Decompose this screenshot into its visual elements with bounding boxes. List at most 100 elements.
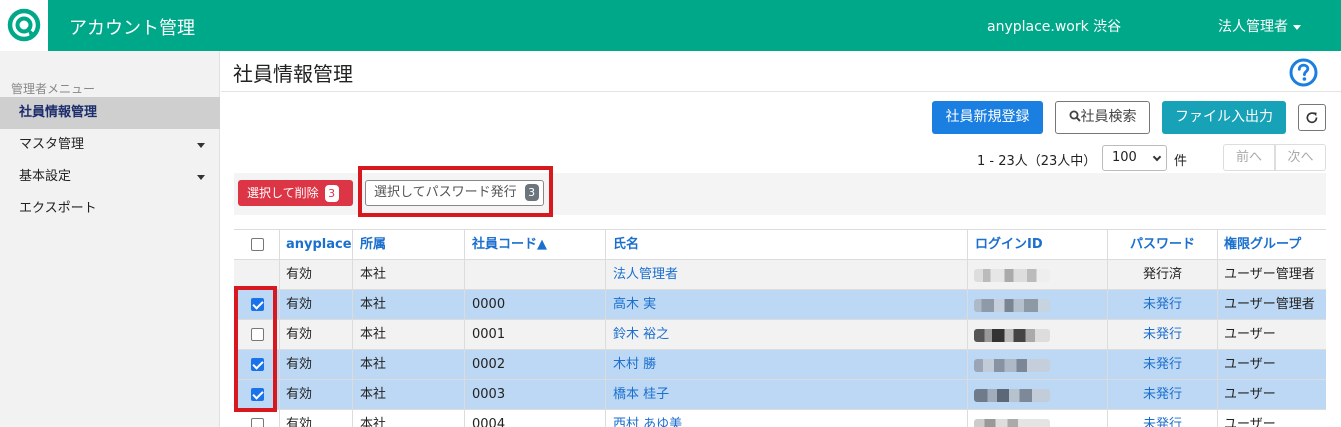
select-all-checkbox[interactable] bbox=[251, 238, 264, 251]
logo-icon bbox=[7, 8, 41, 41]
sidebar-item-label: エクスポート bbox=[19, 201, 97, 216]
cell-text: 有効 bbox=[286, 267, 313, 282]
cell-text: 0003 bbox=[472, 387, 506, 402]
employee-name-link[interactable]: 高木 実 bbox=[613, 297, 656, 312]
login-id-cell bbox=[967, 320, 1107, 350]
logo[interactable] bbox=[0, 0, 48, 51]
employee-name-cell: 高木 実 bbox=[605, 290, 967, 320]
sidebar-item-label: 社員情報管理 bbox=[19, 105, 98, 120]
cell-text: 本社 bbox=[360, 327, 387, 342]
column-header-anyplace[interactable]: anyplace bbox=[279, 230, 352, 260]
employee-name-cell: 法人管理者 bbox=[605, 260, 967, 290]
sidebar-item-employee-info[interactable]: 社員情報管理 bbox=[0, 97, 220, 129]
page-title: 社員情報管理 bbox=[233, 62, 353, 86]
employee-code-cell: 0000 bbox=[464, 290, 605, 320]
password-button-highlight bbox=[358, 166, 553, 217]
password-status-cell: 未発行 bbox=[1107, 350, 1217, 380]
cell-text: 有効 bbox=[286, 387, 313, 402]
redacted-login-id bbox=[974, 329, 1050, 342]
delete-count-badge: 3 bbox=[324, 185, 339, 202]
help-icon[interactable] bbox=[1289, 58, 1318, 87]
permission-group-cell: ユーザー bbox=[1217, 320, 1326, 350]
refresh-icon bbox=[1306, 111, 1318, 123]
sidebar-item-export[interactable]: エクスポート bbox=[0, 193, 220, 225]
cell-text: ユーザー管理者 bbox=[1224, 267, 1315, 282]
search-icon bbox=[1069, 110, 1081, 122]
employee-name-cell: 鈴木 裕之 bbox=[605, 320, 967, 350]
table-row: 有効 本社 0002 木村 勝 未発行 ユーザー bbox=[234, 350, 1326, 380]
dept-cell: 本社 bbox=[352, 320, 464, 350]
delete-selected-button[interactable]: 選択して削除 3 bbox=[238, 180, 353, 206]
column-header-name[interactable]: 氏名 bbox=[605, 230, 967, 260]
result-count: 1 - 23人（23人中） bbox=[977, 154, 1097, 169]
permission-group-cell: ユーザー bbox=[1217, 410, 1326, 427]
sidebar-item-basic-settings[interactable]: 基本設定 bbox=[0, 161, 220, 193]
dept-cell: 本社 bbox=[352, 260, 464, 290]
per-page-value: 100 bbox=[1112, 150, 1137, 165]
permission-group-cell: ユーザー bbox=[1217, 380, 1326, 410]
company-name: anyplace.work 渋谷 bbox=[987, 19, 1122, 35]
table-row: 有効 本社 0001 鈴木 裕之 未発行 ユーザー bbox=[234, 320, 1326, 350]
password-issue-link[interactable]: 未発行 bbox=[1143, 417, 1182, 427]
employee-code-cell: 0003 bbox=[464, 380, 605, 410]
employee-search-label: 社員検索 bbox=[1080, 109, 1137, 125]
cell-text: 0002 bbox=[472, 357, 506, 372]
cell-text: 本社 bbox=[360, 267, 387, 282]
prev-page-button[interactable]: 前へ bbox=[1223, 144, 1275, 171]
cell-text: ユーザー bbox=[1224, 357, 1276, 372]
column-header-login-id[interactable]: ログインID bbox=[967, 230, 1107, 260]
column-header-code[interactable]: 社員コード▲ bbox=[464, 230, 605, 260]
redacted-login-id bbox=[974, 269, 1050, 282]
sidebar-item-label: マスタ管理 bbox=[19, 137, 85, 152]
file-io-button[interactable]: ファイル入出力 bbox=[1162, 101, 1286, 134]
password-issue-link[interactable]: 未発行 bbox=[1143, 357, 1182, 372]
employee-search-button[interactable]: 社員検索 bbox=[1055, 101, 1150, 134]
password-status-cell: 未発行 bbox=[1107, 380, 1217, 410]
anyplace-status-cell: 有効 bbox=[279, 290, 352, 320]
row-select-cell bbox=[234, 410, 279, 427]
cell-text: ユーザー管理者 bbox=[1224, 297, 1315, 312]
login-id-cell bbox=[967, 410, 1107, 427]
sidebar: 管理者メニュー 社員情報管理 マスタ管理 基本設定 エクスポート bbox=[0, 51, 220, 427]
permission-group-cell: ユーザー管理者 bbox=[1217, 290, 1326, 320]
cell-text: 本社 bbox=[360, 357, 387, 372]
row-checkbox[interactable] bbox=[251, 418, 264, 427]
password-issue-link[interactable]: 未発行 bbox=[1143, 327, 1182, 342]
redacted-login-id bbox=[974, 299, 1050, 312]
employee-name-link[interactable]: 橋本 桂子 bbox=[613, 387, 669, 402]
password-issue-link[interactable]: 未発行 bbox=[1143, 387, 1182, 402]
cell-text: 有効 bbox=[286, 297, 313, 312]
new-employee-button[interactable]: 社員新規登録 bbox=[932, 101, 1043, 134]
cell-text: ユーザー bbox=[1224, 387, 1276, 402]
caret-down-icon bbox=[197, 175, 205, 180]
employee-name-link[interactable]: 木村 勝 bbox=[613, 357, 656, 372]
column-header-password[interactable]: パスワード bbox=[1107, 230, 1217, 260]
refresh-button[interactable] bbox=[1298, 104, 1326, 131]
app-title: アカウント管理 bbox=[69, 18, 195, 39]
login-id-cell bbox=[967, 380, 1107, 410]
employee-name-link[interactable]: 西村 あゆ美 bbox=[613, 417, 682, 427]
password-issue-link[interactable]: 未発行 bbox=[1143, 297, 1182, 312]
cell-text: 0000 bbox=[472, 297, 506, 312]
employee-name-link[interactable]: 法人管理者 bbox=[613, 267, 678, 282]
login-id-cell bbox=[967, 350, 1107, 380]
sidebar-item-master[interactable]: マスタ管理 bbox=[0, 129, 220, 161]
per-page-unit: 件 bbox=[1174, 154, 1188, 169]
cell-text: ユーザー bbox=[1224, 417, 1276, 427]
column-header-group[interactable]: 権限グループ bbox=[1217, 230, 1326, 260]
cell-text: 有効 bbox=[286, 327, 313, 342]
per-page-select[interactable]: 100 bbox=[1102, 145, 1167, 171]
employee-name-link[interactable]: 鈴木 裕之 bbox=[613, 327, 669, 342]
login-id-cell bbox=[967, 290, 1107, 320]
anyplace-status-cell: 有効 bbox=[279, 320, 352, 350]
anyplace-status-cell: 有効 bbox=[279, 350, 352, 380]
column-header-dept[interactable]: 所属 bbox=[352, 230, 464, 260]
cell-text: ユーザー bbox=[1224, 327, 1276, 342]
redacted-login-id bbox=[974, 419, 1050, 427]
user-menu[interactable]: 法人管理者 bbox=[1218, 16, 1301, 36]
employee-name-cell: 木村 勝 bbox=[605, 350, 967, 380]
login-id-cell bbox=[967, 260, 1107, 290]
title-divider bbox=[221, 91, 1341, 92]
user-menu-label: 法人管理者 bbox=[1218, 19, 1288, 35]
next-page-button[interactable]: 次へ bbox=[1275, 144, 1326, 171]
